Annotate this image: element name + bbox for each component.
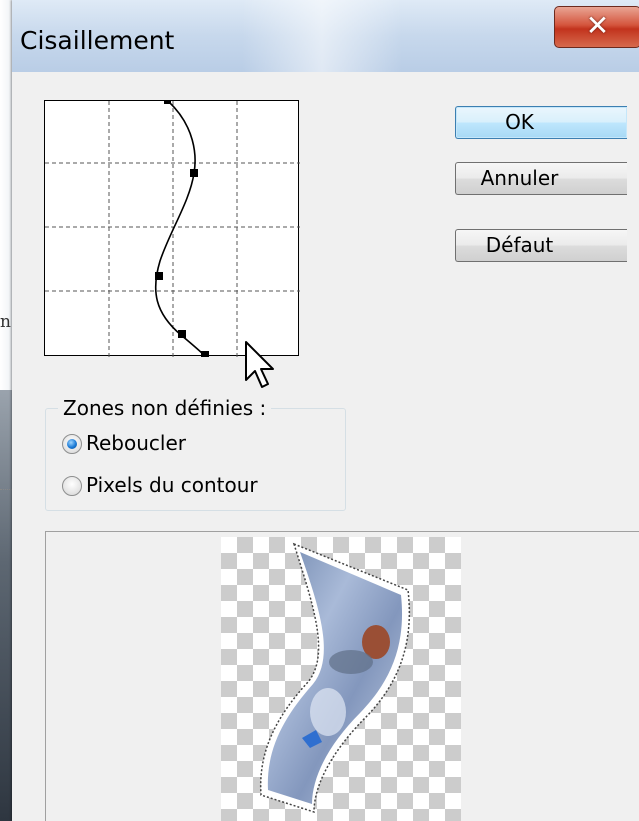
close-icon: ✕ [585, 9, 610, 42]
close-button[interactable]: ✕ [554, 6, 639, 48]
photo-splash [310, 688, 346, 736]
shear-curve-editor[interactable] [44, 100, 300, 357]
curve-point[interactable] [190, 169, 198, 177]
radio-label-wrap-around: Reboucler [86, 431, 186, 455]
cancel-button[interactable]: Annuler [455, 162, 627, 195]
curve-point[interactable] [178, 330, 186, 338]
dialog-title: Cisaillement [20, 26, 175, 55]
curve-graph [45, 101, 300, 357]
curve-point[interactable] [155, 272, 163, 280]
title-bar[interactable]: Cisaillement ✕ [12, 0, 639, 72]
radio-label-repeat-edge-pixels: Pixels du contour [86, 473, 258, 497]
radio-button[interactable] [62, 476, 82, 496]
radio-button-selected[interactable] [62, 434, 82, 454]
sheared-image-photo [267, 552, 403, 804]
arrow-cursor-icon [245, 341, 274, 388]
curve-point[interactable] [164, 101, 171, 104]
curve-point[interactable] [201, 351, 209, 357]
undefined-areas-label: Zones non définies : [58, 396, 272, 420]
preview-pane [45, 531, 639, 821]
ok-button[interactable]: OK [455, 106, 627, 139]
shear-curve [154, 101, 206, 357]
photo-figure-body [329, 650, 373, 674]
default-button[interactable]: Défaut [455, 229, 627, 262]
preview-image-layer [259, 542, 411, 814]
